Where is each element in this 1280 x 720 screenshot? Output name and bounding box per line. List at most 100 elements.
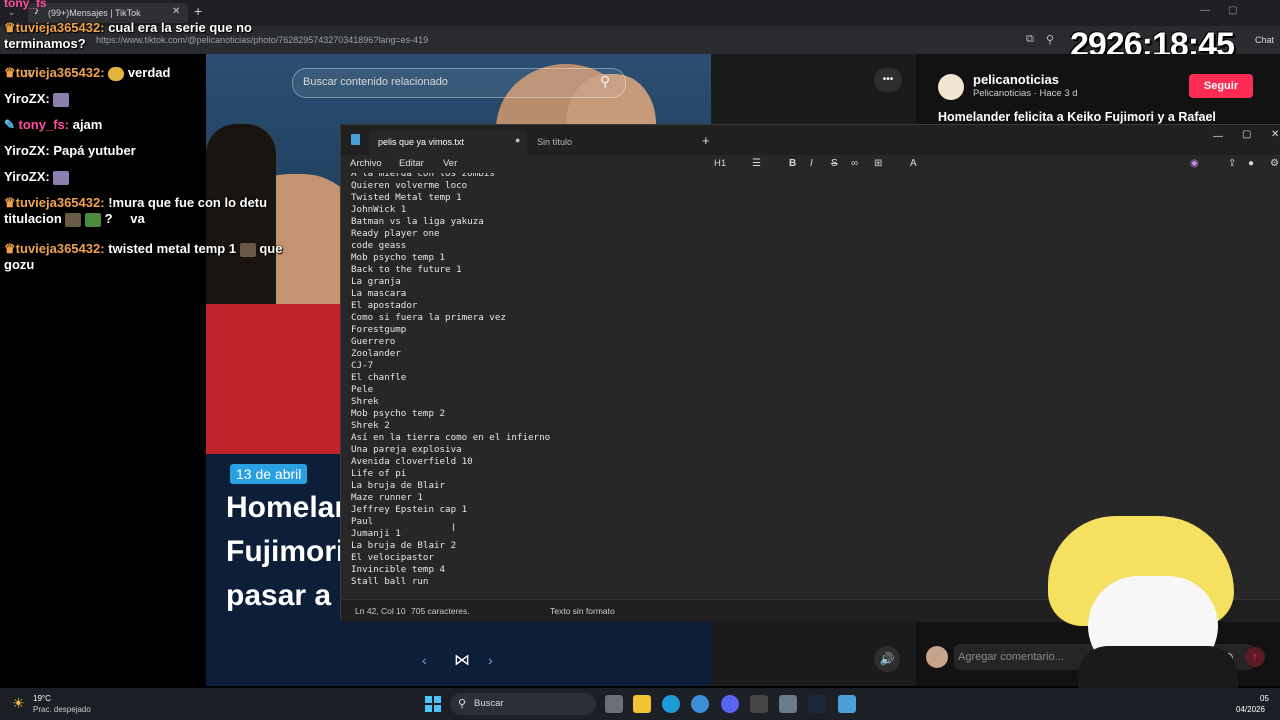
chat-user: tuvieja365432: [15, 195, 105, 210]
weather-desc: Prac. despejado [33, 705, 91, 714]
menu-editar[interactable]: Editar [399, 158, 424, 169]
text-line: El apostador [351, 300, 418, 311]
search-icon: ⚲ [458, 698, 467, 710]
red-dress [206, 304, 346, 454]
char-count: 705 caracteres. [411, 606, 470, 616]
tab-active[interactable]: pelis que ya vimos.txt ● [369, 130, 527, 155]
text-line: Zoolander [351, 348, 401, 359]
prev-arrow-icon[interactable]: ‹ [422, 652, 427, 668]
chat-user: YiroZX: [4, 143, 50, 158]
text-line: La bruja de Blair [351, 480, 446, 491]
ccleaner-icon[interactable] [691, 695, 709, 713]
follow-button[interactable]: Seguir [1189, 74, 1253, 98]
steam-icon[interactable] [808, 695, 826, 713]
text-line: Back to the future 1 [351, 264, 462, 275]
app-icon[interactable] [750, 695, 768, 713]
notepad-menubar: Archivo Editar Ver H1 ☰ B I S ∞ ⊞ A ◉ ⇪ … [341, 155, 1280, 173]
chat-line-4: ✎ tony_fs: ajam [4, 117, 304, 133]
text-line: CJ-7 [351, 360, 374, 371]
text-cursor-icon: I [452, 522, 456, 534]
maximize-icon[interactable]: ▢ [1242, 129, 1251, 140]
windows-start-icon[interactable] [425, 696, 441, 712]
text-line: Batman vs la liga yakuza [351, 216, 484, 227]
text-line: La mascara [351, 288, 407, 299]
notepad-icon [351, 134, 360, 145]
send-icon[interactable]: ↑ [1245, 647, 1265, 667]
cursor-position: Ln 42, Col 10 [355, 606, 406, 616]
clock-date: 04/2026 [1236, 705, 1265, 714]
text-format: Texto sin formato [550, 606, 615, 616]
edge-icon[interactable] [662, 695, 680, 713]
text-line: Quieren volverme loco [351, 180, 468, 191]
minimize-button[interactable]: — [1200, 5, 1210, 16]
bow-icon: ⋈ [454, 652, 470, 669]
crown-icon: ♛ [4, 20, 16, 35]
crown-icon: ♛ [4, 241, 16, 256]
copilot-icon[interactable]: ◉ [1190, 158, 1199, 169]
text-line: Guerrero [351, 336, 396, 347]
text-line: Invincible temp 4 [351, 564, 446, 575]
search-icon[interactable]: ⚲ [600, 73, 610, 90]
discord-icon[interactable] [721, 695, 739, 713]
text-line: Jeffrey Epstein cap 1 [351, 504, 468, 515]
author-avatar[interactable] [938, 74, 964, 100]
close-tab-icon[interactable]: ✕ [172, 6, 180, 17]
taskbar-search[interactable]: ⚲ Buscar [450, 693, 596, 715]
text-line: Twisted Metal temp 1 [351, 192, 462, 203]
author-name[interactable]: pelicanoticias [973, 72, 1059, 87]
unsaved-dot-icon[interactable]: ● [515, 135, 520, 145]
heading-dropdown[interactable]: H1 [714, 158, 726, 169]
account-icon[interactable]: ● [1248, 158, 1254, 169]
strikethrough-icon[interactable]: S [831, 158, 838, 169]
chat-user: tuvieja365432: [15, 20, 105, 35]
notepad-taskbar-icon[interactable] [838, 695, 856, 713]
sword-icon: ✎ [4, 117, 15, 132]
menu-ver[interactable]: Ver [443, 158, 457, 169]
reader-icon[interactable]: ⧉ [1026, 33, 1034, 46]
tab-other[interactable]: Sin título [537, 137, 572, 147]
link-icon[interactable]: ∞ [851, 158, 858, 169]
emote-icon [85, 212, 102, 227]
menu-archivo[interactable]: Archivo [350, 158, 382, 169]
task-view-icon[interactable] [605, 695, 623, 713]
translate-icon[interactable]: ⚲ [1046, 33, 1054, 46]
share-icon[interactable]: ⇪ [1228, 158, 1236, 169]
text-line: A la mierda con los zombis [351, 173, 495, 179]
restore-button[interactable]: ▢ [1228, 5, 1237, 16]
weather-temp: 19°C [33, 694, 51, 703]
next-arrow-icon[interactable]: › [488, 652, 493, 668]
weather-icon[interactable]: ☀ [12, 695, 25, 712]
text-line: El velocipastor [351, 552, 434, 563]
list-icon[interactable]: ☰ [752, 158, 761, 169]
volume-icon[interactable]: 🔊 [874, 646, 900, 672]
new-tab-button[interactable]: + [194, 3, 202, 19]
chat-text: Papá yutuber [53, 143, 136, 158]
chat-line-6: YiroZX: [4, 169, 304, 185]
text-line: Mob psycho temp 2 [351, 408, 446, 419]
chat-label: Chat [1255, 35, 1275, 45]
minimize-icon[interactable]: — [1213, 131, 1223, 142]
close-window-icon[interactable]: ✕ [1271, 129, 1279, 140]
text-line: code geass [351, 240, 407, 251]
chat-user: tuvieja365432: [15, 65, 105, 80]
settings-icon[interactable]: ⚙ [1270, 158, 1279, 169]
chat-line-7: ♛tuvieja365432: !mura que fue con lo det… [4, 195, 304, 227]
chat-user: tony_fs: [18, 117, 70, 132]
file-explorer-icon[interactable] [633, 695, 651, 713]
author-subtitle: Pelicanoticias · Hace 3 d [973, 88, 1078, 99]
more-options-button[interactable]: ••• [874, 68, 902, 92]
table-icon[interactable]: ⊞ [874, 158, 882, 169]
bold-icon[interactable]: B [789, 158, 796, 169]
new-tab-button[interactable]: + [702, 133, 710, 148]
chat-text: verdad [127, 65, 171, 80]
settings-icon[interactable] [779, 695, 797, 713]
search-bar[interactable]: Buscar contenido relacionado ⚲ [292, 68, 626, 98]
search-input[interactable]: Buscar contenido relacionado [303, 76, 448, 88]
chat-text: twisted metal temp 1 [108, 241, 237, 256]
chat-text: ajam [72, 117, 103, 132]
clear-format-icon[interactable]: A [910, 158, 917, 169]
text-line: JohnWick 1 [351, 204, 407, 215]
italic-icon[interactable]: I [810, 158, 813, 169]
text-line: La bruja de Blair 2 [351, 540, 457, 551]
chat-line-1: ♛tuvieja365432: cual era la serie que no… [4, 20, 304, 52]
